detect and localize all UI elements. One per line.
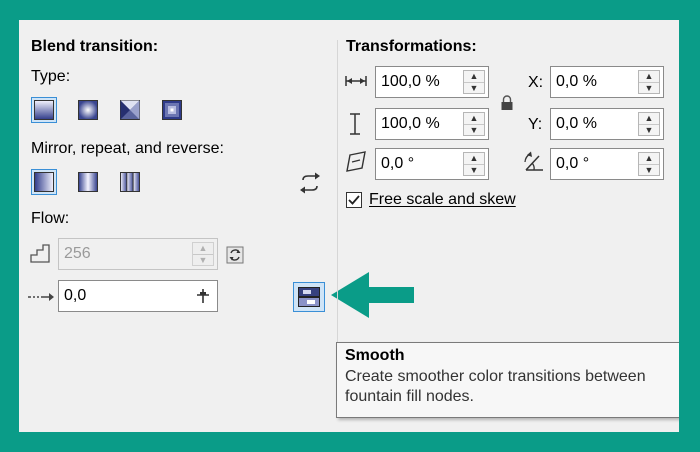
mirror-repeat-reverse-label: Mirror, repeat, and reverse:: [31, 140, 224, 157]
repeat-and-mirror-icon: [78, 172, 98, 192]
smooth-button[interactable]: [293, 282, 325, 312]
free-scale-checkbox[interactable]: [346, 192, 362, 208]
x-spin-arrows[interactable]: ▲ ▼: [638, 70, 660, 94]
fill-settings-panel: Blend transition: Type: Mirror, repeat, …: [19, 20, 679, 432]
repeat-icon: [120, 172, 140, 192]
linear-fill-type-button[interactable]: [31, 97, 57, 123]
x-down-arrow-icon[interactable]: ▼: [639, 81, 659, 94]
skew-down-arrow-icon[interactable]: ▼: [464, 163, 484, 176]
y-label: Y:: [528, 116, 543, 133]
rectangular-gradient-icon: [162, 100, 182, 120]
rotate-value: 0,0 °: [556, 155, 590, 172]
fill-height-icon: [348, 112, 362, 141]
repeat-button[interactable]: [117, 169, 143, 195]
lock-steps-toggle-icon[interactable]: [226, 246, 244, 269]
blend-transition-heading: Blend transition:: [31, 38, 159, 55]
smooth-icon: [298, 287, 320, 307]
width-spin-arrows[interactable]: ▲ ▼: [463, 70, 485, 94]
transformations-heading: Transformations:: [346, 38, 477, 55]
rotate-up-arrow-icon[interactable]: ▲: [639, 153, 659, 164]
default-fill-button[interactable]: [31, 169, 57, 195]
skew-up-arrow-icon[interactable]: ▲: [464, 153, 484, 164]
repeat-and-mirror-button[interactable]: [75, 169, 101, 195]
free-scale-label[interactable]: Free scale and skew: [369, 191, 516, 209]
x-label: X:: [528, 74, 544, 91]
x-up-arrow-icon[interactable]: ▲: [639, 71, 659, 82]
rotate-icon: [522, 150, 546, 177]
fill-height-value: 100,0 %: [381, 115, 440, 132]
x-offset-value: 0,0 %: [556, 73, 597, 90]
linear-gradient-icon: [34, 100, 54, 120]
rectangular-fill-type-button[interactable]: [159, 97, 185, 123]
elliptical-gradient-icon: [78, 100, 98, 120]
smooth-tooltip: Smooth Create smoother color transitions…: [336, 342, 679, 418]
skew-icon: [344, 150, 368, 177]
flow-label: Flow:: [31, 210, 70, 227]
height-spin-arrows[interactable]: ▲ ▼: [463, 112, 485, 136]
fill-width-spinbox[interactable]: 100,0 % ▲ ▼: [375, 66, 489, 98]
type-label: Type:: [31, 68, 71, 85]
skew-value: 0,0 °: [381, 155, 415, 172]
rotate-spin-arrows[interactable]: ▲ ▼: [638, 152, 660, 176]
y-spin-arrows[interactable]: ▲ ▼: [638, 112, 660, 136]
skew-spin-arrows[interactable]: ▲ ▼: [463, 152, 485, 176]
height-up-arrow-icon[interactable]: ▲: [464, 113, 484, 124]
steps-spin-arrows[interactable]: ▲ ▼: [192, 242, 214, 266]
acceleration-input[interactable]: 0,0: [58, 280, 218, 312]
fill-height-spinbox[interactable]: 100,0 % ▲ ▼: [375, 108, 489, 140]
default-fill-icon: [34, 172, 54, 192]
steps-up-arrow-icon[interactable]: ▲: [193, 243, 213, 254]
rotate-down-arrow-icon[interactable]: ▼: [639, 163, 659, 176]
pointer-arrow-icon: [331, 272, 415, 323]
height-down-arrow-icon[interactable]: ▼: [464, 123, 484, 136]
y-offset-spinbox[interactable]: 0,0 % ▲ ▼: [550, 108, 664, 140]
acceleration-icon: [27, 290, 55, 308]
fill-width-value: 100,0 %: [381, 73, 440, 90]
y-down-arrow-icon[interactable]: ▼: [639, 123, 659, 136]
fill-width-icon: [344, 74, 368, 93]
swap-colors-icon[interactable]: [297, 172, 323, 199]
steps-icon: [29, 242, 51, 269]
tooltip-title: Smooth: [345, 347, 405, 364]
y-up-arrow-icon[interactable]: ▲: [639, 113, 659, 124]
blend-steps-value: 256: [64, 245, 91, 262]
x-offset-spinbox[interactable]: 0,0 % ▲ ▼: [550, 66, 664, 98]
acceleration-value: 0,0: [64, 287, 87, 304]
checkmark-icon: [348, 195, 360, 205]
skew-spinbox[interactable]: 0,0 ° ▲ ▼: [375, 148, 489, 180]
width-down-arrow-icon[interactable]: ▼: [464, 81, 484, 94]
rotate-spinbox[interactable]: 0,0 ° ▲ ▼: [550, 148, 664, 180]
conical-gradient-icon: [120, 100, 140, 120]
width-up-arrow-icon[interactable]: ▲: [464, 71, 484, 82]
slider-toggle-icon[interactable]: [195, 287, 211, 310]
tooltip-description-line2: fountain fill nodes.: [345, 388, 474, 405]
elliptical-fill-type-button[interactable]: [75, 97, 101, 123]
y-offset-value: 0,0 %: [556, 115, 597, 132]
conical-fill-type-button[interactable]: [117, 97, 143, 123]
tooltip-description-line1: Create smoother color transitions betwee…: [345, 368, 646, 385]
steps-down-arrow-icon[interactable]: ▼: [193, 253, 213, 266]
blend-steps-spinbox[interactable]: 256 ▲ ▼: [58, 238, 218, 270]
lock-ratio-icon[interactable]: [500, 95, 514, 116]
